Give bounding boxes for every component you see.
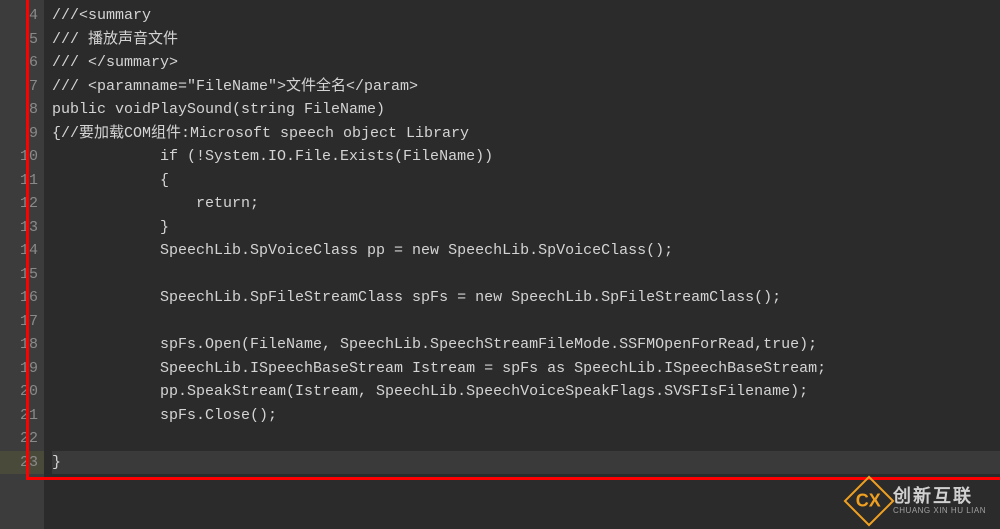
- code-line[interactable]: ///<summary: [52, 7, 151, 24]
- code-line-current[interactable]: }: [52, 451, 1000, 475]
- code-area-wrap: ///<summary /// 播放声音文件 /// </summary> //…: [44, 0, 1000, 529]
- code-line[interactable]: SpeechLib.SpVoiceClass pp = new SpeechLi…: [52, 242, 673, 259]
- code-line[interactable]: public voidPlaySound(string FileName): [52, 101, 385, 118]
- code-line[interactable]: {: [52, 172, 169, 189]
- logo-main-text: 创新互联: [893, 487, 986, 507]
- code-line[interactable]: spFs.Open(FileName, SpeechLib.SpeechStre…: [52, 336, 817, 353]
- code-line[interactable]: /// <paramname="FileName">文件全名</param>: [52, 78, 418, 95]
- code-line[interactable]: SpeechLib.ISpeechBaseStream Istream = sp…: [52, 360, 826, 377]
- code-editor: 4567891011121314151617181920212223 ///<s…: [0, 0, 1000, 529]
- code-line[interactable]: SpeechLib.SpFileStreamClass spFs = new S…: [52, 289, 781, 306]
- code-line[interactable]: {//要加载COM组件:Microsoft speech object Libr…: [52, 125, 469, 142]
- line-number-gutter: 4567891011121314151617181920212223: [0, 0, 44, 529]
- logo-badge-text: CX: [856, 490, 881, 511]
- code-line[interactable]: spFs.Close();: [52, 407, 277, 424]
- logo-badge: CX: [844, 476, 895, 527]
- code-line[interactable]: pp.SpeakStream(Istream, SpeechLib.Speech…: [52, 383, 808, 400]
- code-line[interactable]: }: [52, 219, 169, 236]
- code-line[interactable]: return;: [52, 195, 259, 212]
- code-line[interactable]: /// </summary>: [52, 54, 178, 71]
- code-content[interactable]: ///<summary /// 播放声音文件 /// </summary> //…: [44, 0, 1000, 474]
- watermark-logo: CX 创新互联 CHUANG XIN HU LIAN: [851, 483, 986, 519]
- code-line[interactable]: /// 播放声音文件: [52, 31, 178, 48]
- line-number-current: 23: [0, 451, 44, 475]
- logo-text: 创新互联 CHUANG XIN HU LIAN: [893, 487, 986, 516]
- code-line[interactable]: if (!System.IO.File.Exists(FileName)): [52, 148, 493, 165]
- logo-sub-text: CHUANG XIN HU LIAN: [893, 506, 986, 515]
